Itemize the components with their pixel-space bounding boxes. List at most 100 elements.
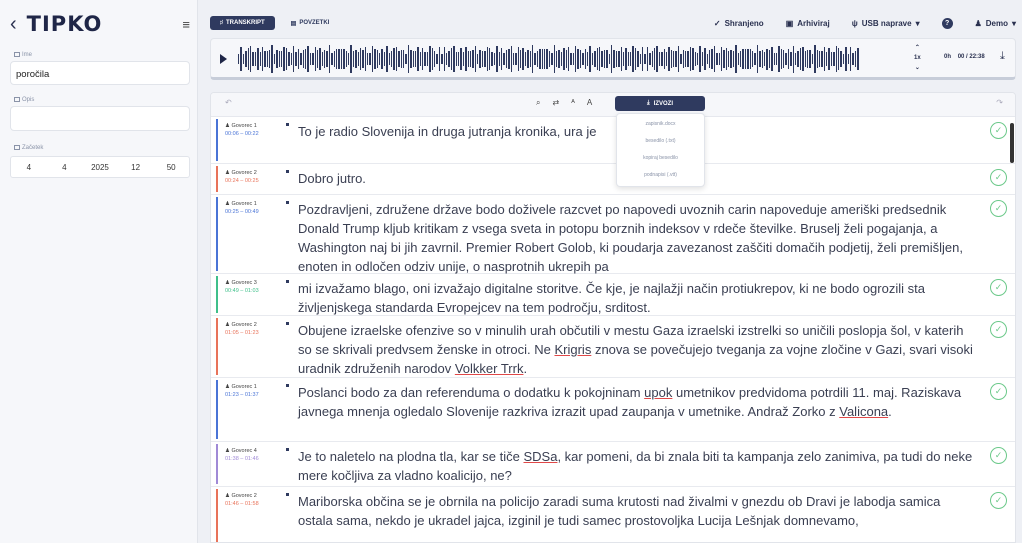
chevron-down-icon: ▾ [1011,18,1016,28]
speaker-info[interactable]: ♟ Govorec 1 00:06 – 00:22 [225,122,259,138]
waveform-bar [249,46,252,72]
transcript-segment[interactable]: ♟ Govorec 2 01:05 – 01:23 Obujene izraelsk… [211,316,1015,378]
waveform-bar [775,52,778,66]
speaker-info[interactable]: ♟ Govorec 1 00:25 – 00:49 [225,200,259,216]
play-icon[interactable] [220,54,227,64]
user-label: Demo [985,18,1008,28]
waveform-bar [503,53,505,65]
segment-time: 00:24 – 00:25 [225,178,259,184]
misspelled-word[interactable]: Volkker Trrk [455,361,524,376]
misspelled-word[interactable]: Krigris [554,342,591,357]
collapse-sidebar-icon[interactable]: ≡ [182,17,190,32]
back-chevron-icon[interactable]: ‹ [10,14,17,34]
speaker-info[interactable]: ♟ Govorec 1 01:23 – 01:37 [225,383,259,399]
transcript-segment[interactable]: ♟ Govorec 2 00:24 – 00:25 Dobro jutro. ✓ [211,164,1015,195]
export-option-txt[interactable]: besedilo (.txt) [617,133,704,150]
waveform-bar [632,46,634,72]
tab-summary-label: POVZETKI [299,20,330,26]
archive-button[interactable]: ▣ Arhiviraj [786,19,830,28]
usb-dropdown[interactable]: ψ USB naprave ▾ [852,19,920,28]
segment-text[interactable]: Poslanci bodo za dan referenduma o dodat… [298,383,978,421]
waveform-bar [740,50,742,68]
waveform-bar [708,50,711,68]
transcript-segment[interactable]: ♟ Govorec 1 01:23 – 01:37 Poslanci bodo za… [211,378,1015,442]
waveform-bar [854,51,857,67]
segment-text[interactable]: Pozdravljeni, združene države bodo doživ… [298,200,978,276]
start-day[interactable]: 4 [11,163,47,172]
transcript-segment[interactable]: ♟ Govorec 3 00:49 – 01:03 mi izvažamo blag… [211,274,1015,316]
waveform-bar [281,50,283,68]
speaker-info[interactable]: ♟ Govorec 3 00:49 – 01:03 [225,279,259,295]
tab-transcript[interactable]: ♯ TRANSKRIPT [210,16,275,30]
font-increase-icon[interactable]: A [587,98,592,108]
chevron-up-icon[interactable]: ⌃ [914,43,921,53]
waveform-bar [431,47,434,70]
speaker-info[interactable]: ♟ Govorec 2 01:05 – 01:23 [225,321,259,337]
misspelled-word[interactable]: upok [644,385,672,400]
start-label-text: Začetek [22,145,44,152]
speaker-info[interactable]: ♟ Govorec 2 00:24 – 00:25 [225,169,259,185]
font-decrease-icon[interactable]: ᴬ [571,98,575,108]
check-circle-icon[interactable]: ✓ [990,492,1007,509]
replace-icon[interactable]: ⇄ [552,98,559,108]
tab-summary[interactable]: ▤ POVZETKI [281,16,340,31]
waveform-bar [558,49,560,69]
start-month[interactable]: 4 [47,163,83,172]
speaker-info[interactable]: ♟ Govorec 2 01:46 – 01:58 [225,492,259,508]
misspelled-word[interactable]: SDSa [523,449,557,464]
waveform[interactable] [238,44,908,74]
check-circle-icon[interactable]: ✓ [990,321,1007,338]
waveform-bar [673,50,675,68]
speed-control[interactable]: ⌃ 1x ⌄ [914,43,921,73]
redo-icon[interactable]: ↷ [996,98,1003,107]
scrollbar[interactable] [1010,123,1014,163]
misspelled-word[interactable]: Valicona [839,404,888,419]
waveform-bar [292,45,295,73]
check-circle-icon[interactable]: ✓ [990,447,1007,464]
waveform-bar [689,47,692,71]
check-circle-icon[interactable]: ✓ [990,122,1007,139]
waveform-bar [706,53,708,65]
name-label: Ime [14,52,32,58]
search-icon[interactable]: ⌕ [536,98,540,108]
user-menu[interactable]: ♟ Demo ▾ [975,19,1016,28]
check-circle-icon[interactable]: ✓ [990,279,1007,296]
segment-text[interactable]: mi izvažamo blago, oni izvažajo digitaln… [298,279,978,317]
transcript-segment[interactable]: ♟ Govorec 4 01:38 – 01:46 Je to naletelo n… [211,442,1015,487]
waveform-bar [850,46,852,72]
segment-text[interactable]: Obujene izraelske ofenzive so v minulih … [298,321,978,378]
check-circle-icon[interactable]: ✓ [990,169,1007,186]
segment-text[interactable]: Mariborska občina se je obrnila na polic… [298,492,978,530]
speaker-color-bar [216,276,218,313]
help-icon[interactable]: ? [941,17,953,29]
download-icon[interactable]: ⤓ [1000,50,1005,63]
waveform-bar [319,48,321,70]
check-circle-icon[interactable]: ✓ [990,383,1007,400]
waveform-bar [515,52,517,66]
export-button[interactable]: ⤓ IZVOZI [615,96,705,111]
speaker-info[interactable]: ♟ Govorec 4 01:38 – 01:46 [225,447,259,463]
export-option-copy[interactable]: kopiraj besedilo [617,150,704,167]
check-circle-icon[interactable]: ✓ [990,200,1007,217]
transcript-segment[interactable]: ♟ Govorec 1 00:25 – 00:49 Pozdravljeni, zd… [211,195,1015,274]
start-minute[interactable]: 50 [153,163,189,172]
desc-input[interactable] [10,106,190,131]
logo-row: ‹ TIPKO ≡ [10,12,190,36]
topbar-actions: ✓ Shranjeno ▣ Arhiviraj ψ USB naprave ▾ ? ♟ D… [713,17,1016,29]
name-input[interactable]: poročila [10,61,190,85]
check-icon: ✓ [713,18,721,28]
start-year[interactable]: 2025 [82,163,118,172]
chevron-down-icon[interactable]: ⌄ [914,63,921,73]
waveform-bar [510,46,512,72]
waveform-bar [316,50,319,68]
waveform-bar [441,53,443,65]
export-option-vtt[interactable]: podnapisi (.vtt) [617,167,704,184]
waveform-bar [350,45,352,73]
transcript-segment[interactable]: ♟ Govorec 2 01:46 – 01:58 Mariborska občin… [211,487,1015,542]
segment-text[interactable]: Je to naletelo na plodna tla, kar se tič… [298,447,978,485]
undo-icon[interactable]: ↶ [225,98,232,107]
tab-transcript-label: TRANSKRIPT [226,20,265,26]
transcript-segment[interactable]: ♟ Govorec 1 00:06 – 00:22 To je radio Slov… [211,117,1015,164]
start-hour[interactable]: 12 [118,163,154,172]
export-option-docx[interactable]: zapisnik.docx [617,116,704,133]
